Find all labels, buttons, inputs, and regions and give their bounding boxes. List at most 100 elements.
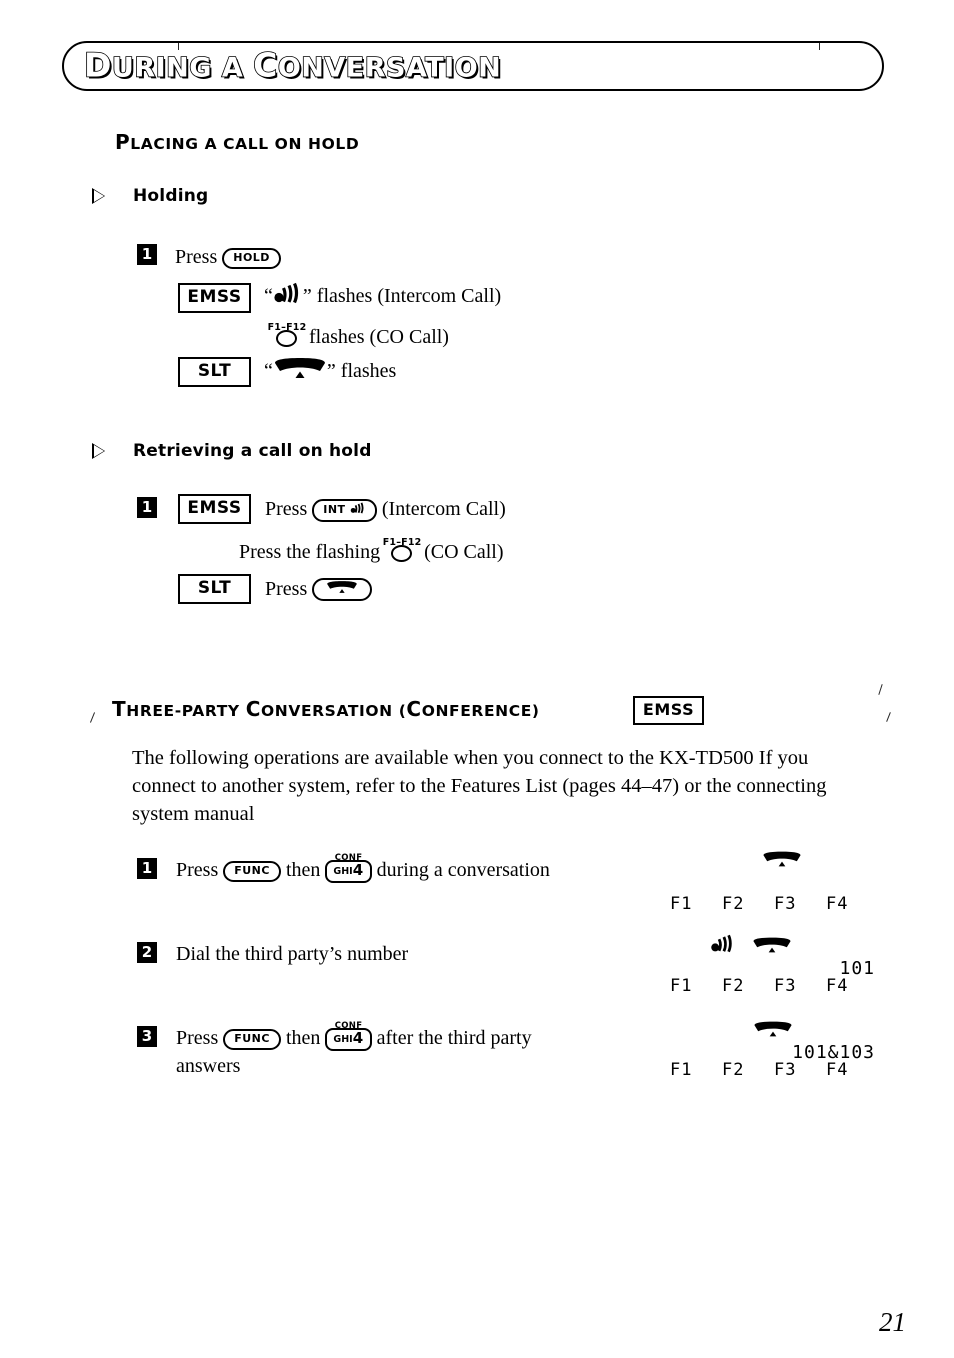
key-func-3[interactable]: FUNC (223, 1029, 281, 1050)
step1-text-after: during a conversation (376, 859, 550, 881)
intercom-signal-icon (273, 282, 303, 312)
page-title-initial: D (83, 45, 112, 86)
step-number-badge: 1 (137, 244, 157, 265)
key-handset[interactable] (312, 578, 373, 601)
fkey-f1[interactable]: F1 (670, 894, 722, 914)
key-int-label: INT (323, 503, 346, 516)
led-circle-icon-2: F1–F12 (383, 537, 421, 562)
key-int[interactable]: INT (312, 499, 377, 522)
lcd-panel-2-fkeys: F1 F2 F3 F4 (670, 976, 878, 996)
key-conf-1-caption: CONF (334, 853, 363, 863)
section-heading-three-party-conversation: THREE-PARTY CONVERSATION (CONFERENCE) (112, 697, 540, 721)
intercom-signal-icon-small (350, 502, 366, 518)
fkey-f4[interactable]: F4 (826, 1060, 878, 1080)
mode-badge-slt: SLT (178, 357, 251, 387)
section-heading-placing-call-on-hold: PLACING A CALL ON HOLD (115, 130, 359, 154)
key-conf-3-wrap: CONF GHI4 (325, 1021, 372, 1052)
page-title-part1: URING A (111, 52, 254, 85)
subsection-title-holding: Holding (133, 186, 209, 206)
page-title: DURING A CONVERSATION (83, 45, 501, 86)
fkey-f4[interactable]: F4 (826, 976, 878, 996)
section2-paragraph: The following operations are available w… (132, 747, 827, 825)
step-number-badge-2: 1 (137, 497, 157, 518)
intercom-signal-icon-panel-2 (710, 934, 736, 958)
step1-text-mid: then (285, 859, 321, 881)
page-header-banner: DURING A CONVERSATION (62, 41, 884, 91)
scan-artifact-tick-4 (89, 712, 96, 723)
press-label: Press (175, 246, 218, 268)
triangle-bullet-icon-2 (92, 443, 105, 459)
key-hold[interactable]: HOLD (222, 248, 281, 269)
conference-step-2-badge: 2 (137, 942, 157, 963)
holding-slt-line: “ ” flashes (264, 357, 396, 387)
heading-rest: LACING A CALL ON HOLD (130, 135, 360, 153)
handset-icon (273, 357, 327, 387)
heading2-part1: HREE-PARTY (126, 702, 246, 720)
page-title-initial2: C (252, 45, 278, 86)
fkey-f3[interactable]: F3 (774, 1060, 826, 1080)
press-label-2: Press (265, 498, 308, 520)
heading2-initial3: C (406, 697, 422, 721)
mode-badge-slt-2: SLT (178, 574, 251, 604)
lcd-panel-2: 101 F1 F2 F3 F4 (670, 932, 878, 996)
step3-text-after: after the third party (376, 1027, 532, 1049)
heading2-part2: ONVERSATION ( (261, 702, 407, 720)
conference-step-3-badge: 3 (137, 1026, 157, 1047)
intercom-flash-text: flashes (Intercom Call) (316, 285, 502, 307)
led-circle-icon: F1–F12 (268, 322, 306, 347)
slt-flash-text: flashes (340, 360, 397, 382)
lcd-panel-1-icons (670, 850, 875, 876)
fkey-f2[interactable]: F2 (722, 976, 774, 996)
key-conf-1-wrap: CONF GHI4 (325, 853, 372, 884)
handset-icon-panel-3 (753, 1020, 793, 1043)
step3-text-before: Press (176, 1027, 219, 1049)
retrieving-emss-intercom-line: Press INT (Intercom Call) (265, 495, 506, 523)
conference-step-1-badge: 1 (137, 858, 157, 879)
triangle-bullet-icon (92, 188, 105, 204)
handset-icon-panel-1 (762, 850, 802, 873)
quote-open: “ (264, 285, 273, 307)
quote-close: ” (302, 285, 312, 307)
key-func-1[interactable]: FUNC (223, 861, 281, 882)
quote-open: “ (264, 360, 273, 382)
slt-press-label: Press (265, 578, 308, 600)
handset-icon-panel-2 (752, 936, 792, 959)
conference-step-3-line2: answers (176, 1055, 241, 1077)
co-flash-text: flashes (CO Call) (309, 326, 449, 348)
intercom-note: (Intercom Call) (381, 498, 506, 520)
lcd-panel-1: F1 F2 F3 F4 (670, 850, 878, 914)
fkey-f1[interactable]: F1 (670, 1060, 722, 1080)
fkey-f3[interactable]: F3 (774, 894, 826, 914)
quote-close: ” (326, 360, 336, 382)
lcd-panel-3-fkeys: F1 F2 F3 F4 (670, 1060, 878, 1080)
mode-badge-emss-2: EMSS (178, 494, 251, 524)
mode-badge-emss: EMSS (178, 283, 251, 313)
page-number: 21 (879, 1307, 906, 1337)
retrieving-slt-line: Press (265, 575, 373, 603)
holding-step1-line: Press HOLD (175, 243, 281, 271)
retrieving-co-call-line: Press the flashing F1–F12 (CO Call) (239, 537, 504, 566)
fkey-f4[interactable]: F4 (826, 894, 878, 914)
scan-artifact-tick-2 (819, 41, 820, 50)
lcd-panel-3-icons (670, 1018, 875, 1042)
heading2-initial: T (112, 697, 127, 721)
fkey-f3[interactable]: F3 (774, 976, 826, 996)
press-flashing-label: Press the flashing (239, 541, 381, 563)
conference-step-1-line: Press FUNC then CONF GHI4 during a conve… (176, 853, 550, 884)
scan-artifact-tick-3 (878, 684, 883, 695)
key-conf-3-caption: CONF (334, 1021, 363, 1031)
heading2-initial2: C (245, 697, 262, 721)
scan-artifact-tick-1 (178, 41, 179, 50)
fkey-f2[interactable]: F2 (722, 894, 774, 914)
step3-text-mid: then (285, 1027, 321, 1049)
lcd-panel-3: 101&103 F1 F2 F3 F4 (670, 1018, 878, 1080)
heading-initial: P (115, 130, 131, 154)
scan-artifact-tick-5 (886, 712, 891, 722)
lcd-panel-1-fkeys: F1 F2 F3 F4 (670, 894, 878, 914)
heading2-part3: ONFERENCE) (421, 702, 540, 720)
holding-co-call-line: F1–F12 flashes (CO Call) (268, 322, 449, 351)
mode-badge-emss-3: EMSS (633, 696, 704, 725)
co-note: (CO Call) (424, 541, 504, 563)
fkey-f2[interactable]: F2 (722, 1060, 774, 1080)
fkey-f1[interactable]: F1 (670, 976, 722, 996)
